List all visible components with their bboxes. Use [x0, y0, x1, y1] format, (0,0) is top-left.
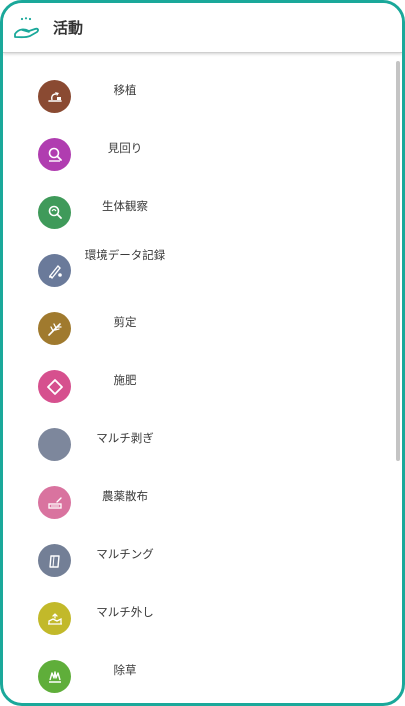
activity-label: マルチ剥ぎ [96, 431, 154, 445]
activity-label: 移植 [113, 83, 137, 97]
activity-icon-circle [38, 660, 71, 693]
patrol-icon [48, 147, 62, 162]
activity-list: 移植 見回り 生体観察 環境データ記録 剪定 施肥 マルチ剥ぎ 農薬散布 マルチ… [3, 57, 402, 703]
activity-icon-circle [38, 486, 71, 519]
activity-label: 生体観察 [102, 199, 148, 213]
activity-item-mulch-remove[interactable]: マルチ外し [3, 589, 388, 647]
activity-icon-circle [38, 544, 71, 577]
activity-item-pesticide-spray[interactable]: 農薬散布 [3, 473, 388, 531]
weeding-icon [48, 670, 61, 683]
activity-label: 除草 [113, 663, 137, 677]
activity-label: 環境データ記録 [84, 248, 166, 262]
activity-item-data-record[interactable]: 環境データ記録 [3, 241, 388, 299]
activity-label: 施肥 [113, 373, 137, 387]
activity-item-mulching[interactable]: マルチング [3, 531, 388, 589]
activity-item-mulch-peel[interactable]: マルチ剥ぎ [3, 415, 388, 473]
observation-icon [48, 205, 62, 219]
activity-label: マルチ外し [96, 605, 154, 619]
activity-panel: 活動 移植 見回り 生体観察 環境データ記録 剪定 施肥 マルチ剥ぎ 農薬散布 … [0, 0, 405, 706]
activity-item-patrol[interactable]: 見回り [3, 125, 388, 183]
activity-icon-circle [38, 428, 71, 461]
activity-icon-circle [38, 312, 71, 345]
activity-icon-circle [38, 370, 71, 403]
hand-sprout-icon [14, 16, 39, 38]
activity-item-observation[interactable]: 生体観察 [3, 183, 388, 241]
transplant-icon [47, 91, 62, 102]
activity-icon-circle [38, 196, 71, 229]
data-record-icon [48, 264, 62, 279]
mulch-peel-icon [45, 435, 65, 455]
header: 活動 [3, 3, 402, 53]
activity-item-weeding[interactable]: 除草 [3, 647, 388, 703]
mulch-remove-icon [47, 612, 62, 625]
activity-label: 剪定 [113, 315, 137, 329]
activity-item-transplant[interactable]: 移植 [3, 67, 388, 125]
activity-label: 見回り [107, 141, 143, 155]
activity-label: マルチング [96, 547, 154, 561]
scrollbar[interactable] [396, 61, 400, 461]
activity-icon-circle [38, 80, 71, 113]
fertilizer-icon [46, 378, 63, 395]
activity-label: 農薬散布 [102, 489, 148, 503]
mulching-icon [48, 554, 60, 568]
page-title: 活動 [53, 19, 84, 37]
pruning-icon [47, 322, 62, 336]
activity-icon-circle [38, 602, 71, 635]
pesticide-spray-icon [47, 496, 62, 509]
activity-icon-circle [38, 254, 71, 287]
activity-icon-circle [38, 138, 71, 171]
activity-item-pruning[interactable]: 剪定 [3, 299, 388, 357]
activity-item-fertilizer[interactable]: 施肥 [3, 357, 388, 415]
